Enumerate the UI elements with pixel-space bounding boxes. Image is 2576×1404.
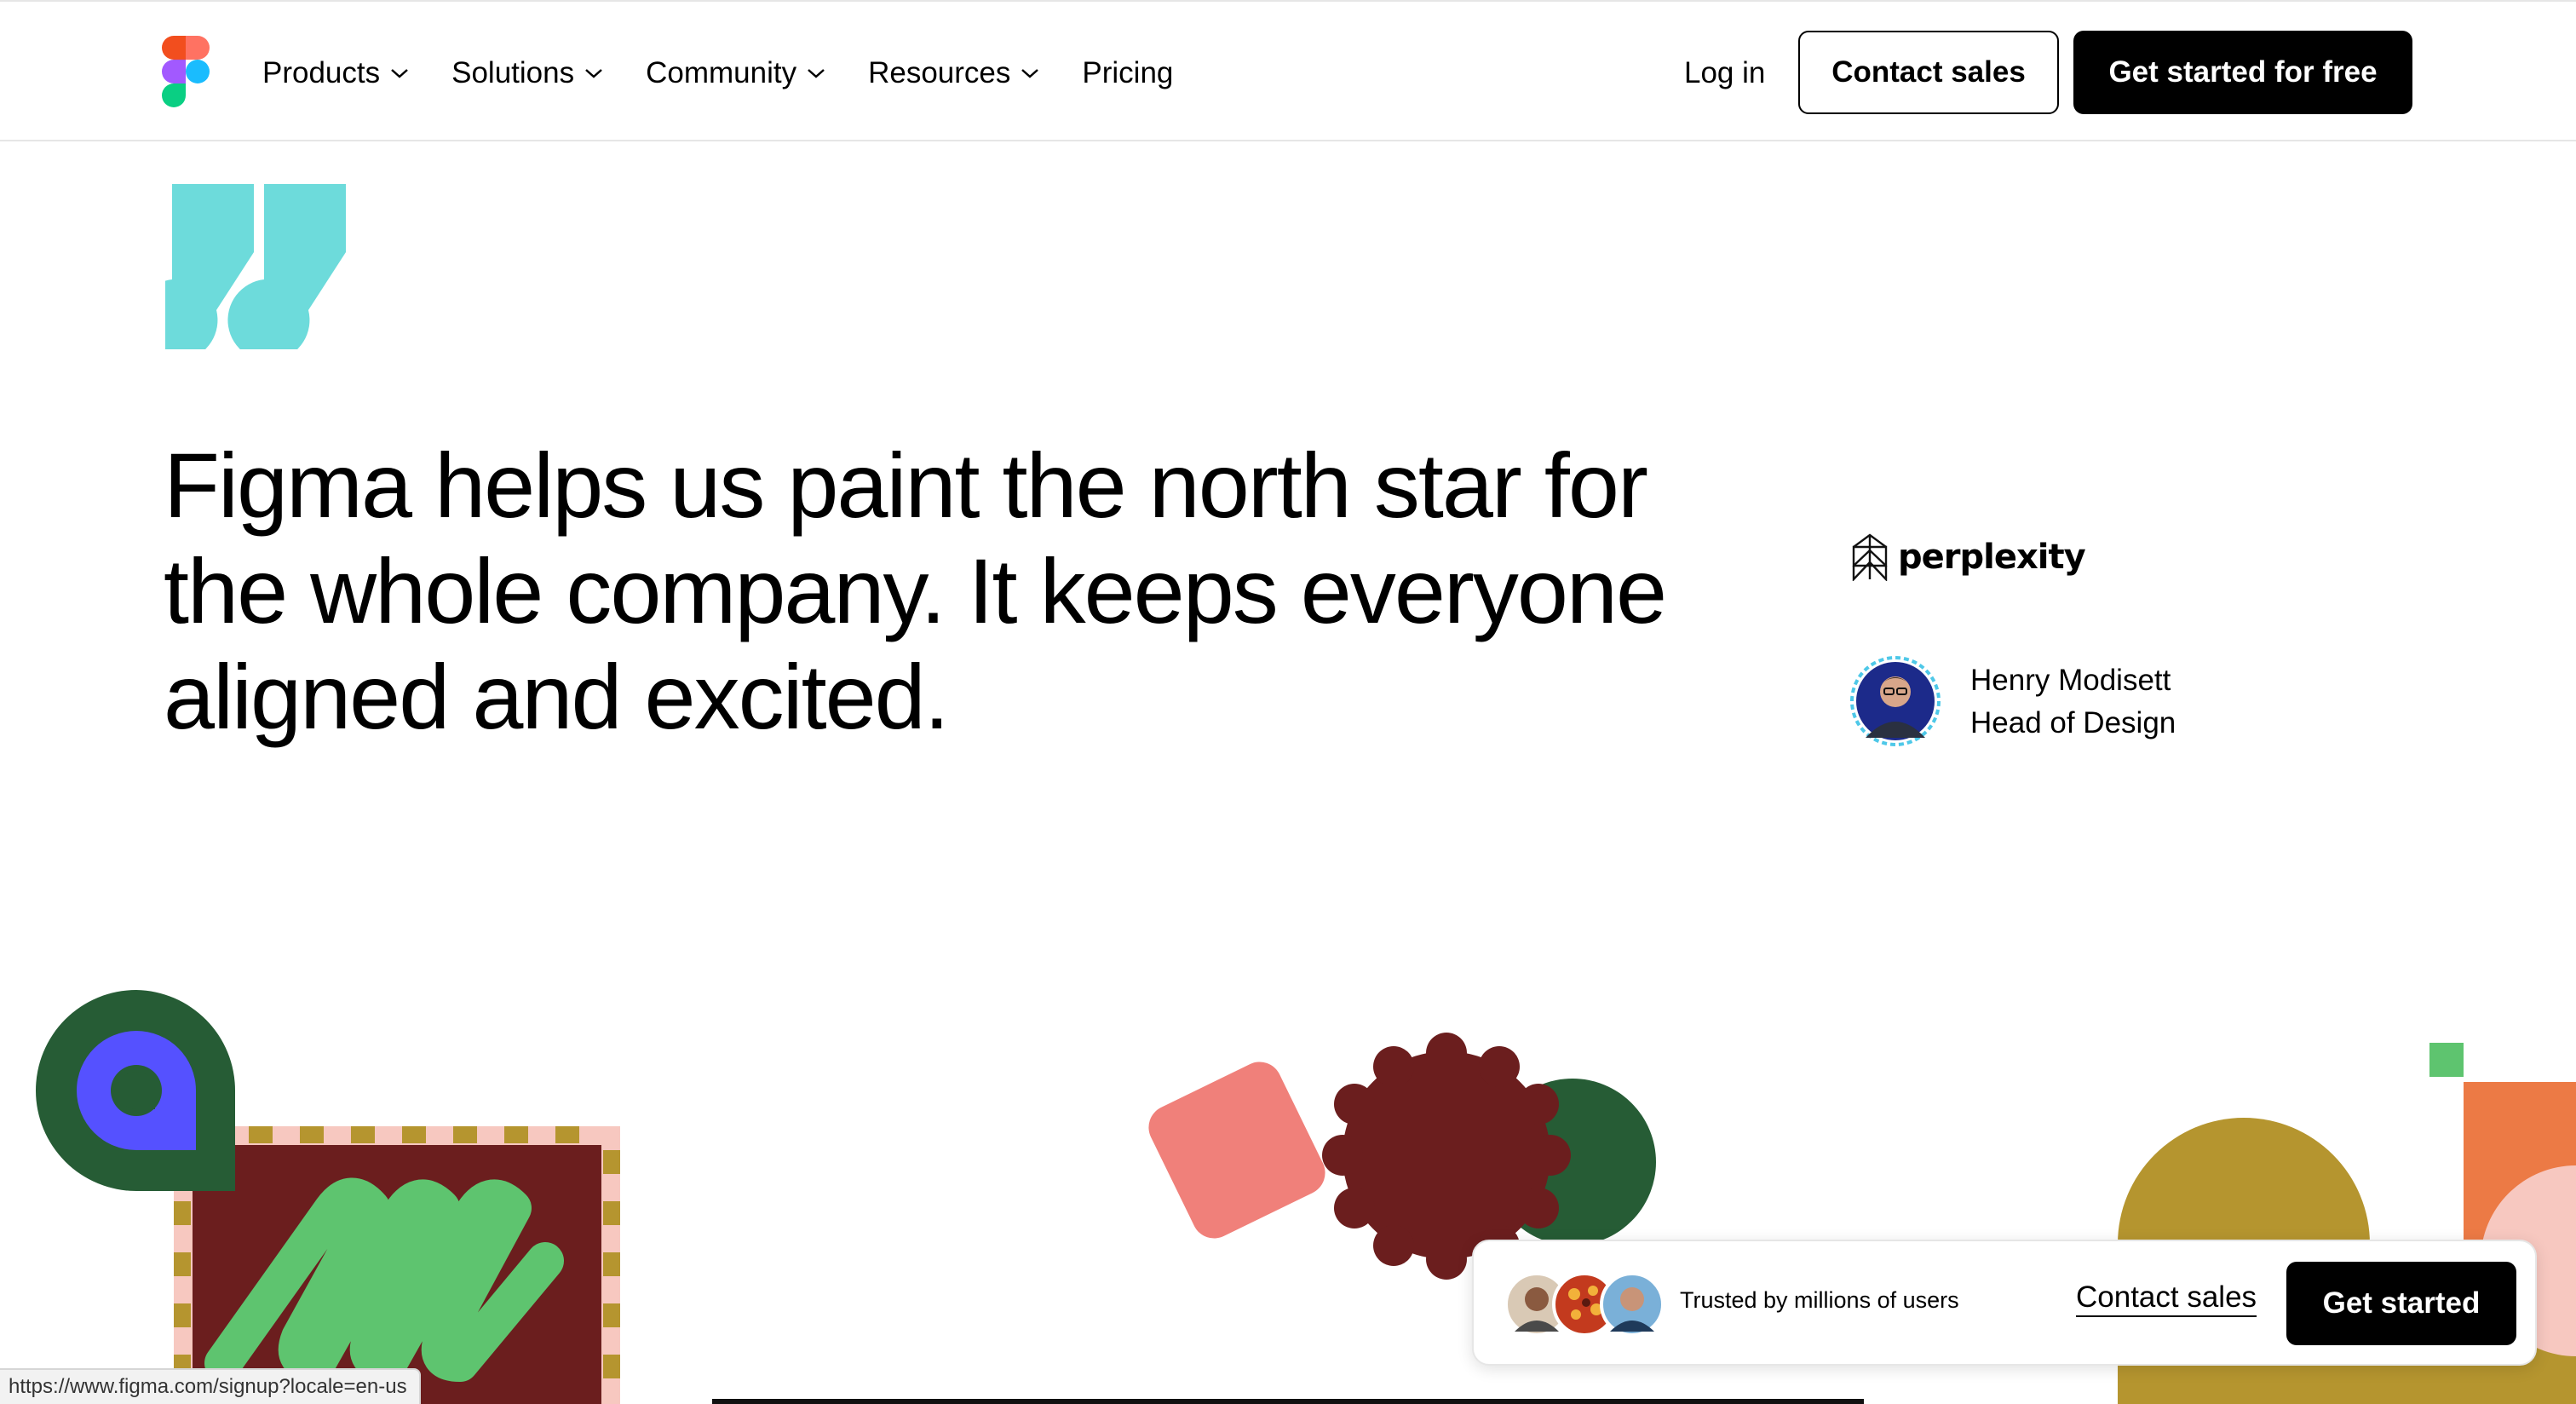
nav-resources-label: Resources	[868, 56, 1011, 89]
figma-logo-icon[interactable]	[162, 36, 210, 107]
login-link[interactable]: Log in	[1684, 49, 1765, 97]
pin-shape	[36, 990, 236, 1191]
company-name: perplexity	[1898, 538, 2086, 577]
nav-pricing-label: Pricing	[1082, 56, 1174, 89]
status-bar-url: https://www.figma.com/signup?locale=en-u…	[0, 1368, 421, 1404]
chevron-down-icon	[585, 69, 602, 78]
contact-sales-button[interactable]: Contact sales	[1798, 31, 2059, 114]
top-navigation: Products Solutions Community Resources P…	[0, 0, 2576, 141]
nav-community[interactable]: Community	[646, 56, 825, 90]
chevron-down-icon	[808, 69, 825, 78]
perplexity-logo-icon	[1852, 533, 1888, 581]
checker-frame	[174, 1126, 620, 1404]
signup-banner: Trusted by millions of users Contact sal…	[1472, 1240, 2537, 1366]
avatar	[1600, 1272, 1665, 1337]
chevron-down-icon	[391, 69, 408, 78]
quote-icon	[165, 184, 346, 349]
nav-pricing[interactable]: Pricing	[1082, 56, 1173, 90]
nav-links: Products Solutions Community Resources P…	[262, 49, 1216, 97]
trusted-by-text: Trusted by millions of users	[1680, 1287, 1959, 1313]
chevron-down-icon	[1021, 69, 1039, 78]
divider	[712, 1399, 1864, 1404]
testimonial-quote: Figma helps us paint the north star for …	[164, 434, 1667, 748]
author-name: Henry Modisett	[1970, 664, 2171, 697]
user-avatars	[1504, 1272, 1665, 1337]
nav-products-label: Products	[262, 56, 381, 89]
avatar	[1850, 656, 1941, 746]
nav-solutions-label: Solutions	[451, 56, 575, 89]
banner-contact-sales-link[interactable]: Contact sales	[2076, 1280, 2257, 1315]
company-logo: perplexity	[1850, 533, 2086, 581]
nav-solutions[interactable]: Solutions	[451, 56, 603, 90]
author-role: Head of Design	[1970, 706, 2176, 739]
banner-get-started-button[interactable]: Get started	[2286, 1262, 2516, 1345]
nav-resources[interactable]: Resources	[868, 56, 1039, 90]
nav-community-label: Community	[646, 56, 797, 89]
get-started-free-button[interactable]: Get started for free	[2073, 31, 2412, 114]
nav-products[interactable]: Products	[262, 56, 409, 90]
